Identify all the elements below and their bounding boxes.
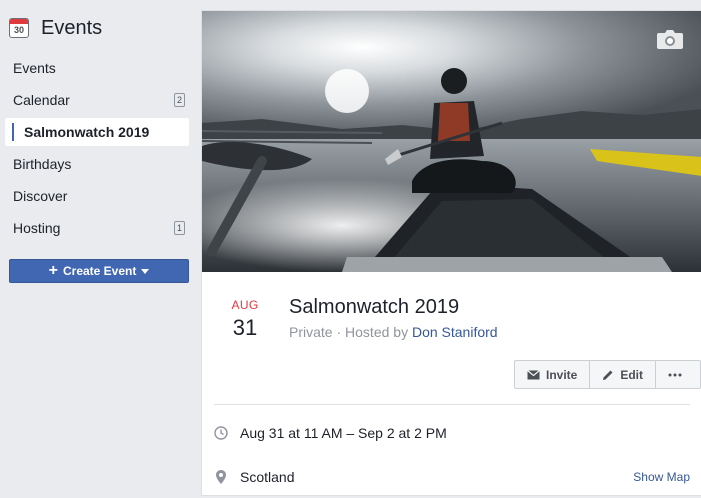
canoe-photo bbox=[202, 11, 701, 272]
pencil-icon bbox=[603, 370, 613, 380]
invite-button[interactable]: Invite bbox=[515, 361, 591, 388]
sidebar-header[interactable]: 30 Events bbox=[9, 14, 102, 42]
sidebar-item-birthdays[interactable]: Birthdays bbox=[5, 150, 189, 178]
event-day: 31 bbox=[232, 315, 258, 340]
sidebar-item-salmonwatch-2019[interactable]: Salmonwatch 2019 bbox=[5, 118, 189, 146]
event-subtitle: Private · Hosted by Don Staniford bbox=[289, 324, 498, 340]
sidebar-item-label: Events bbox=[13, 60, 56, 76]
create-event-button[interactable]: + Create Event bbox=[9, 259, 189, 283]
sidebar-item-label: Salmonwatch 2019 bbox=[24, 124, 150, 140]
event-privacy: Private bbox=[289, 324, 333, 340]
event-card: AUG 31 Salmonwatch 2019 Private · Hosted… bbox=[201, 10, 701, 496]
event-date: AUG 31 bbox=[220, 298, 270, 341]
sidebar-item-label: Calendar bbox=[13, 92, 70, 108]
sidebar-item-calendar[interactable]: Calendar 2 bbox=[5, 86, 189, 114]
envelope-icon bbox=[527, 369, 540, 379]
more-button[interactable] bbox=[656, 361, 700, 388]
sidebar-item-events[interactable]: Events bbox=[5, 54, 189, 82]
divider bbox=[214, 404, 690, 405]
invite-label: Invite bbox=[546, 367, 578, 382]
event-location-row: Scotland Show Map bbox=[214, 467, 690, 487]
calendar-icon: 30 bbox=[9, 18, 29, 38]
host-link[interactable]: Don Staniford bbox=[412, 324, 498, 340]
event-time-row: Aug 31 at 11 AM – Sep 2 at 2 PM bbox=[214, 423, 690, 443]
sidebar-nav: Events Calendar 2 Salmonwatch 2019 Birth… bbox=[5, 54, 189, 246]
event-month: AUG bbox=[231, 298, 259, 312]
separator-dot: · bbox=[336, 324, 346, 340]
event-title: Salmonwatch 2019 bbox=[289, 296, 460, 318]
edit-label: Edit bbox=[620, 367, 644, 382]
event-actions: Invite Edit bbox=[514, 360, 701, 389]
event-location: Scotland bbox=[240, 469, 295, 485]
left-sidebar: 30 Events Events Calendar 2 Salmonwatch … bbox=[0, 0, 196, 498]
show-map-link[interactable]: Show Map bbox=[633, 470, 690, 484]
sidebar-item-label: Discover bbox=[13, 188, 68, 204]
sidebar-item-discover[interactable]: Discover bbox=[5, 182, 189, 210]
hosted-by-label: Hosted by bbox=[345, 324, 409, 340]
sidebar-item-label: Hosting bbox=[13, 220, 61, 236]
sidebar-title: Events bbox=[41, 16, 103, 39]
sidebar-item-hosting[interactable]: Hosting 1 bbox=[5, 214, 189, 242]
create-event-label: Create Event bbox=[62, 264, 137, 278]
count-badge: 1 bbox=[173, 221, 185, 235]
sidebar-item-label: Birthdays bbox=[13, 156, 72, 172]
map-pin-icon bbox=[214, 470, 228, 484]
more-icon bbox=[668, 373, 682, 376]
count-badge: 2 bbox=[173, 93, 185, 107]
cover-photo bbox=[202, 11, 701, 272]
event-time: Aug 31 at 11 AM – Sep 2 at 2 PM bbox=[240, 425, 447, 441]
edit-button[interactable]: Edit bbox=[590, 361, 657, 388]
camera-icon[interactable] bbox=[656, 28, 684, 50]
caret-down-icon bbox=[141, 268, 150, 274]
plus-icon: + bbox=[48, 262, 58, 279]
clock-icon bbox=[214, 426, 228, 440]
